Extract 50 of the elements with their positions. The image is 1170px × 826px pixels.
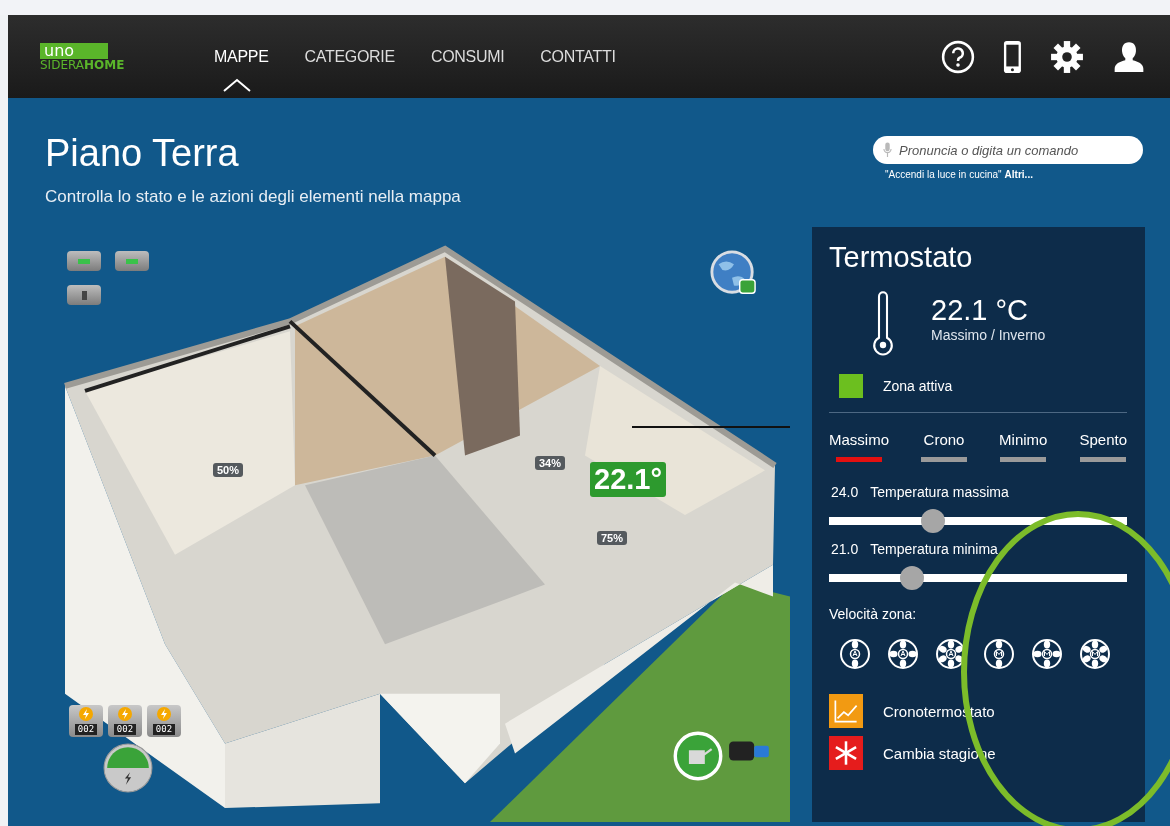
lightning-icon bbox=[118, 707, 132, 721]
lightning-icon bbox=[157, 707, 171, 721]
slider-value: 24.0 bbox=[831, 484, 859, 500]
mode-tab[interactable]: Crono bbox=[921, 431, 968, 462]
nav-tab[interactable]: CATEGORIE bbox=[304, 47, 395, 66]
page-subtitle: Controlla lo stato e le azioni degli elementi nella mappa bbox=[45, 187, 461, 207]
more-examples-link[interactable]: Altri... bbox=[1004, 169, 1033, 180]
mode-tab[interactable]: Spento bbox=[1079, 431, 1127, 462]
map-button[interactable] bbox=[67, 285, 101, 305]
settings-icon[interactable] bbox=[1050, 39, 1084, 74]
user-icon[interactable] bbox=[1112, 39, 1146, 74]
command-example: "Accendi la luce in cucina" bbox=[885, 169, 1002, 180]
slider-thumb[interactable] bbox=[921, 509, 946, 533]
caret-icon bbox=[222, 77, 252, 92]
nav-tab[interactable]: MAPPE bbox=[214, 47, 269, 66]
nav-tab[interactable]: CONSUMI bbox=[430, 47, 505, 66]
page-title: Piano Terra bbox=[45, 132, 240, 175]
microphone-icon bbox=[883, 142, 892, 158]
fan-speed-label: Velocità zona: bbox=[829, 606, 918, 622]
globe-icon[interactable] bbox=[709, 249, 757, 297]
fan-speed-icon[interactable] bbox=[983, 638, 1015, 670]
fan-speed-icon[interactable] bbox=[887, 638, 919, 670]
slider-label: Temperatura minima bbox=[870, 541, 998, 557]
slider-thumb[interactable] bbox=[900, 566, 925, 590]
panel-title: Termostato bbox=[829, 241, 974, 274]
slider-label: Temperatura massima bbox=[870, 484, 1009, 500]
nav-tab[interactable]: CONTATTI bbox=[540, 47, 616, 66]
fan-speed-icon[interactable] bbox=[1031, 638, 1063, 670]
mode-label: Massimo / Inverno bbox=[931, 327, 1046, 343]
logo[interactable]: uno SIDERAHOME bbox=[40, 42, 170, 71]
sensor-reading[interactable]: 22.1° bbox=[590, 462, 667, 497]
sensor-reading[interactable]: 75% bbox=[597, 531, 628, 545]
sensor-reading[interactable]: 50% bbox=[213, 463, 244, 477]
fan-speed-icon[interactable] bbox=[1079, 638, 1111, 670]
fan-speed-icon[interactable] bbox=[839, 638, 871, 670]
sensor-reading[interactable]: 34% bbox=[535, 456, 566, 470]
energy-meter[interactable]: 002 bbox=[108, 705, 142, 737]
help-icon[interactable] bbox=[941, 39, 976, 74]
energy-meter[interactable]: 002 bbox=[147, 705, 181, 737]
lightning-icon bbox=[79, 707, 93, 721]
watering-can-icon[interactable] bbox=[673, 731, 723, 781]
command-field[interactable]: Pronuncia o digita un comando bbox=[873, 136, 1143, 164]
power-gauge-icon[interactable] bbox=[102, 742, 154, 794]
slider-value: 21.0 bbox=[831, 541, 859, 557]
zone-label: Zona attiva bbox=[883, 378, 953, 394]
current-temperature: 22.1 °C bbox=[931, 294, 1030, 327]
energy-meter[interactable]: 002 bbox=[69, 705, 103, 737]
mode-tab[interactable]: Minimo bbox=[999, 431, 1048, 462]
mode-tab[interactable]: Massimo bbox=[829, 431, 889, 462]
phone-icon[interactable] bbox=[1003, 39, 1022, 74]
